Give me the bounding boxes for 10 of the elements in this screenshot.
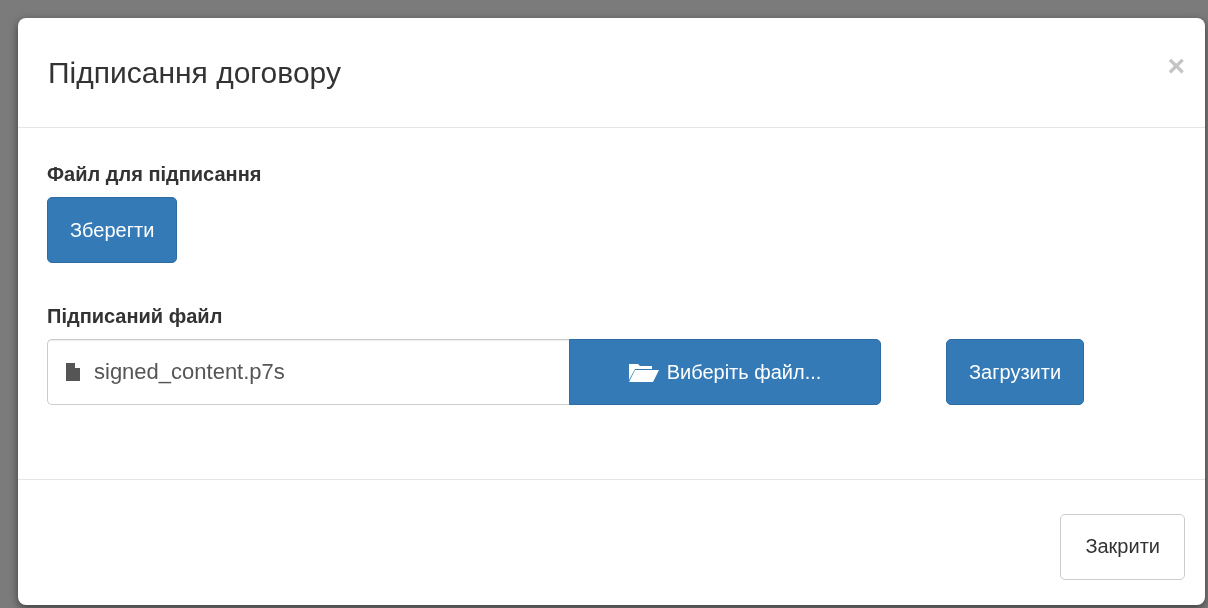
browse-button[interactable]: Виберіть файл... — [569, 339, 881, 405]
field-label: Файл для підписання — [47, 163, 262, 186]
close-dialog-button[interactable]: Закрити — [1060, 513, 1185, 580]
file-icon — [66, 363, 80, 381]
save-button[interactable]: Зберегти — [47, 197, 178, 263]
upload-button[interactable]: Загрузити — [946, 339, 1085, 405]
file-input-field[interactable]: signed_content.p7s — [47, 339, 569, 405]
folder-icon — [628, 362, 659, 382]
field-label: Підписаний файл — [47, 305, 223, 328]
dialog-title: Підписання договору — [48, 55, 341, 90]
